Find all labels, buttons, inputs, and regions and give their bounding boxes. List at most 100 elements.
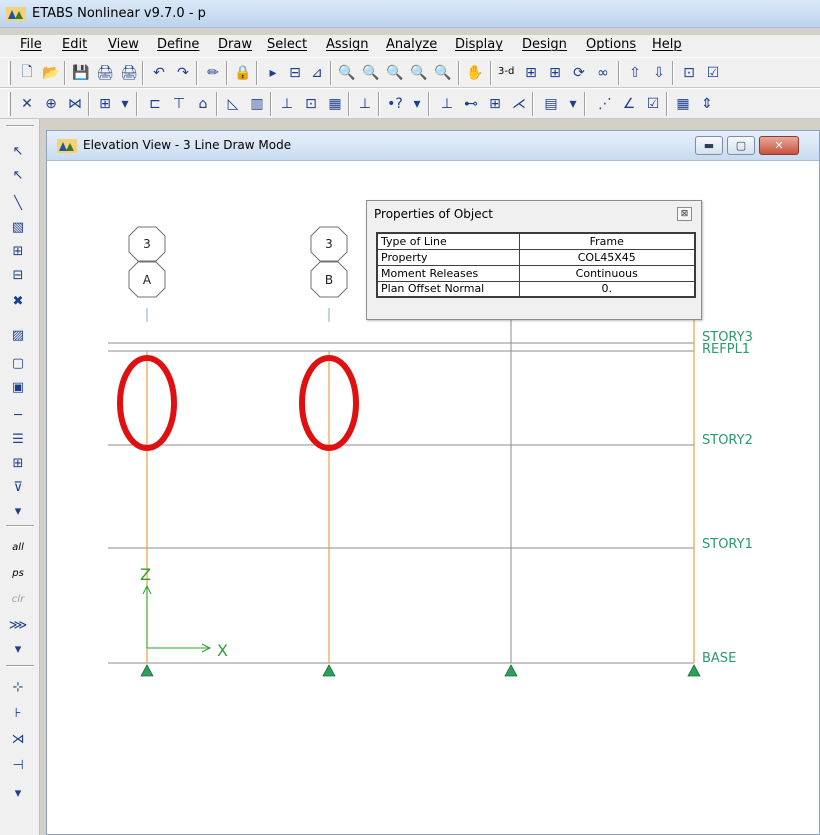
snap-to-intersection-icon[interactable]: ⋊	[6, 727, 30, 751]
define-frame-icon[interactable]: ⊤	[168, 93, 190, 115]
property-value[interactable]: COL45X45	[518, 248, 696, 266]
close-icon[interactable]: ⊠	[677, 207, 692, 221]
object-shrink-icon[interactable]: ⊡	[678, 62, 700, 84]
lock-icon[interactable]: 🔒	[232, 62, 254, 84]
menu-design[interactable]: Design	[522, 37, 567, 52]
grid-bubble-a[interactable]: 3 A	[128, 226, 166, 298]
perspective-toggle-icon[interactable]: ∞	[592, 62, 614, 84]
define-area-icon[interactable]: ⌂	[192, 93, 214, 115]
design-wall-icon[interactable]: ▤	[540, 93, 562, 115]
reshape-icon[interactable]: ↖	[6, 163, 30, 187]
zoom-out-icon[interactable]: 🔍	[408, 62, 430, 84]
chevron-down-icon[interactable]: ▾	[114, 93, 136, 115]
minimize-button[interactable]: ▬	[695, 136, 723, 155]
snap-to-perpendicular-icon[interactable]: ⊣	[6, 753, 30, 777]
print-graphics-icon[interactable]: 🖨	[94, 62, 116, 84]
support-icon[interactable]	[504, 664, 518, 677]
undo-icon[interactable]: ↶	[148, 62, 170, 84]
show-deformed-icon[interactable]: ⊿	[306, 62, 328, 84]
snap-point-icon[interactable]: ⊕	[40, 93, 62, 115]
define-sections-icon[interactable]: ⊏	[144, 93, 166, 115]
view-3d-button[interactable]: 3-d	[498, 66, 514, 77]
define-combo-icon[interactable]: ▥	[246, 93, 268, 115]
snap-to-end-icon[interactable]: ⊦	[6, 701, 30, 725]
plan-view-icon[interactable]: ⊞	[520, 62, 542, 84]
chevron-down-icon[interactable]: ▾	[6, 781, 30, 805]
draw-wall-click-icon[interactable]: ☰	[6, 427, 30, 451]
draw-brace-icon[interactable]: ✖	[6, 289, 30, 313]
menu-assign[interactable]: Assign	[326, 37, 369, 52]
snap-intersection-icon[interactable]: ⋰	[594, 93, 616, 115]
child-title-bar[interactable]: Elevation View - 3 Line Draw Mode ▬ ▢ ✕	[47, 131, 819, 161]
draw-line-region-icon[interactable]: ▧	[6, 215, 30, 239]
grid-bubble-b[interactable]: 3 B	[310, 226, 348, 298]
show-undeformed-icon[interactable]: ⊟	[284, 62, 306, 84]
menu-define[interactable]: Define	[157, 37, 199, 52]
snap-lines-icon[interactable]: ☑	[642, 93, 664, 115]
open-folder-icon[interactable]: 📂	[40, 62, 62, 84]
save-icon[interactable]: 💾	[70, 62, 92, 84]
menu-view[interactable]: View	[108, 37, 139, 52]
snap-perpendicular-icon[interactable]: ∠	[618, 93, 640, 115]
support-icon[interactable]	[322, 664, 336, 677]
zoom-full-icon[interactable]: 🔍	[432, 62, 454, 84]
elevation-view-icon[interactable]: ⊞	[544, 62, 566, 84]
edit-grid-icon[interactable]: ✕	[16, 93, 38, 115]
draw-openings-icon[interactable]: ⊞	[6, 451, 30, 475]
design-composite-icon[interactable]: ⊞	[484, 93, 506, 115]
refresh-pencil-icon[interactable]: ✏	[202, 62, 224, 84]
rotate-3d-icon[interactable]: ⟳	[568, 62, 590, 84]
menu-analyze[interactable]: Analyze	[386, 37, 437, 52]
grid-icon[interactable]: ▦	[672, 93, 694, 115]
draw-beam-icon[interactable]: ⊟	[6, 263, 30, 287]
run-analysis-icon[interactable]: ▸	[262, 62, 284, 84]
menu-select[interactable]: Select	[267, 37, 307, 52]
design-joist-icon[interactable]: ⋌	[508, 93, 530, 115]
menu-draw[interactable]: Draw	[218, 37, 252, 52]
menu-display[interactable]: Display	[455, 37, 503, 52]
property-value[interactable]: 0.	[518, 280, 696, 298]
draw-rect-area-icon[interactable]: ▢	[6, 351, 30, 375]
menu-file[interactable]: File	[20, 37, 42, 52]
draw-wall-icon[interactable]: ─	[6, 403, 30, 427]
draw-dimension-icon[interactable]: ⊽	[6, 475, 30, 499]
chevron-down-icon[interactable]: ▾	[6, 499, 30, 523]
close-button[interactable]: ✕	[759, 136, 799, 155]
design-steel-icon[interactable]: ⊥	[436, 93, 458, 115]
print-tables-icon[interactable]: 🖨	[118, 62, 140, 84]
redo-icon[interactable]: ↷	[172, 62, 194, 84]
support-icon[interactable]	[140, 664, 154, 677]
design-concrete-icon[interactable]: ⊷	[460, 93, 482, 115]
select-using-tables-icon[interactable]: ⋙	[6, 613, 30, 637]
menu-edit[interactable]: Edit	[62, 37, 87, 52]
define-load-icon[interactable]: ◺	[222, 93, 244, 115]
chevron-down-icon[interactable]: ▾	[562, 93, 584, 115]
draw-area-click-icon[interactable]: ▣	[6, 375, 30, 399]
assign-joint-icon[interactable]: ⊥	[276, 93, 298, 115]
snap-end-icon[interactable]: ⋈	[64, 93, 86, 115]
property-value[interactable]: Continuous	[518, 264, 696, 282]
draw-area-icon[interactable]: ▨	[6, 323, 30, 347]
move-joint-icon[interactable]: ⇕	[696, 93, 718, 115]
move-down-icon[interactable]: ⇩	[648, 62, 670, 84]
title-bar[interactable]: ETABS Nonlinear v9.7.0 - p	[0, 0, 820, 28]
display-loads-icon[interactable]: ⊥	[354, 93, 376, 115]
maximize-button[interactable]: ▢	[727, 136, 755, 155]
zoom-in-icon[interactable]: 🔍	[384, 62, 406, 84]
pointer-icon[interactable]: ↖	[6, 139, 30, 163]
property-value[interactable]: Frame	[518, 232, 696, 250]
select-all-button[interactable]: all	[6, 535, 30, 559]
zoom-window-icon[interactable]: 🔍	[336, 62, 358, 84]
pan-icon[interactable]: ✋	[464, 62, 486, 84]
chevron-down-icon[interactable]: ▾	[6, 637, 30, 661]
toolbar-grip[interactable]	[8, 61, 11, 85]
display-options-icon[interactable]: •?	[384, 93, 406, 115]
snap-options-dropdown-icon[interactable]: ⊞	[94, 93, 116, 115]
menu-options[interactable]: Options	[586, 37, 636, 52]
move-up-icon[interactable]: ⇧	[624, 62, 646, 84]
snap-to-grid-icon[interactable]: ⊹	[6, 675, 30, 699]
set-building-view-icon[interactable]: ☑	[702, 62, 724, 84]
support-icon[interactable]	[687, 664, 701, 677]
assign-frame-icon[interactable]: ⊡	[300, 93, 322, 115]
new-model-icon[interactable]: 🗋	[16, 62, 38, 84]
